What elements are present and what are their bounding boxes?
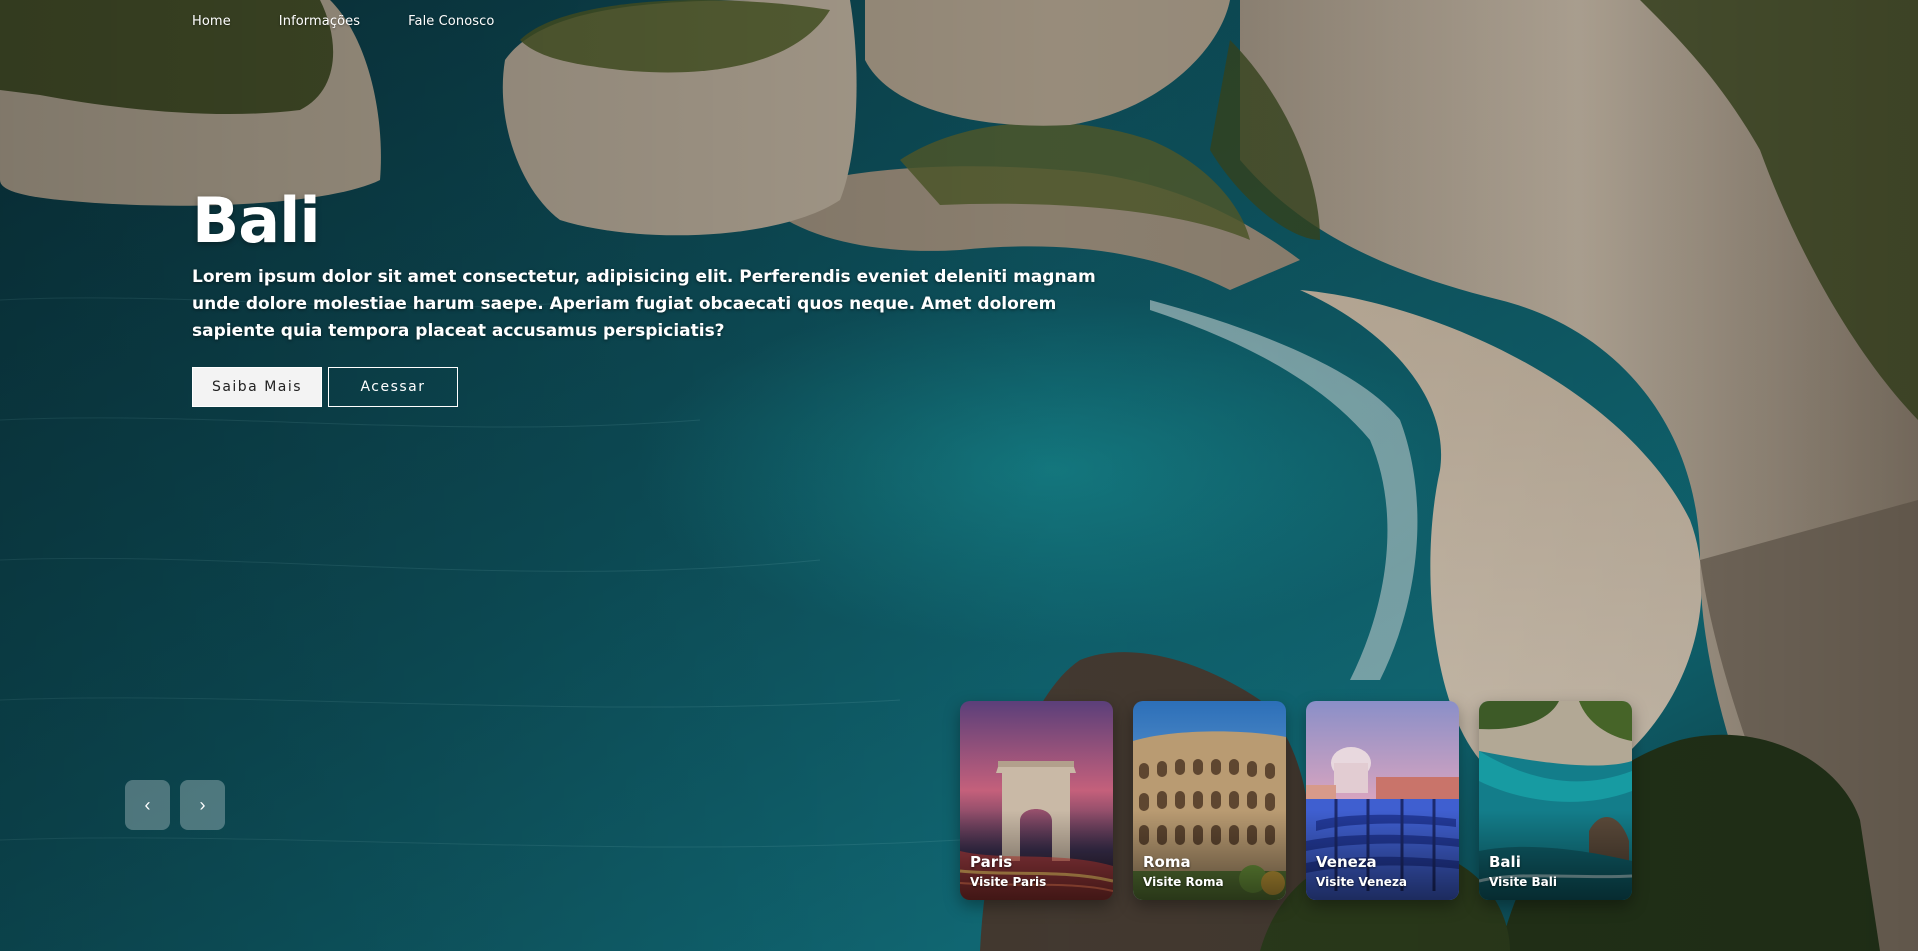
card-subtitle: Visite Roma	[1143, 875, 1224, 889]
destination-cards: Paris Visite Paris Roma Visite Roma Vene…	[960, 701, 1632, 900]
nav-item-home[interactable]: Home	[192, 14, 231, 29]
card-title: Paris	[970, 853, 1013, 871]
destination-card-veneza[interactable]: Veneza Visite Veneza	[1306, 701, 1459, 900]
saiba-mais-button[interactable]: Saiba Mais	[192, 367, 322, 407]
nav-item-fale-conosco[interactable]: Fale Conosco	[408, 14, 494, 29]
chevron-left-icon: ‹	[144, 794, 151, 815]
hero-description: Lorem ipsum dolor sit amet consectetur, …	[192, 267, 1096, 341]
main-nav: Home Informações Fale Conosco	[192, 14, 542, 29]
destination-card-paris[interactable]: Paris Visite Paris	[960, 701, 1113, 900]
hero-title: Bali	[192, 184, 321, 257]
destination-card-roma[interactable]: Roma Visite Roma	[1133, 701, 1286, 900]
hero-content: Bali Lorem ipsum dolor sit amet consecte…	[192, 190, 1122, 407]
chevron-right-icon: ›	[199, 794, 206, 815]
acessar-button[interactable]: Acessar	[328, 367, 458, 407]
card-subtitle: Visite Veneza	[1316, 875, 1408, 889]
slider-controls: ‹ ›	[125, 780, 225, 830]
card-title: Bali	[1489, 853, 1521, 871]
hero-actions: Saiba Mais Acessar	[192, 367, 1122, 407]
prev-slide-button[interactable]: ‹	[125, 780, 170, 830]
card-title: Veneza	[1316, 853, 1377, 871]
card-subtitle: Visite Bali	[1489, 875, 1557, 889]
card-subtitle: Visite Paris	[970, 875, 1047, 889]
card-title: Roma	[1143, 853, 1191, 871]
nav-item-informacoes[interactable]: Informações	[279, 14, 360, 29]
next-slide-button[interactable]: ›	[180, 780, 225, 830]
destination-card-bali[interactable]: Bali Visite Bali	[1479, 701, 1632, 900]
hero-section: Home Informações Fale Conosco Bali Lorem…	[0, 0, 1918, 951]
